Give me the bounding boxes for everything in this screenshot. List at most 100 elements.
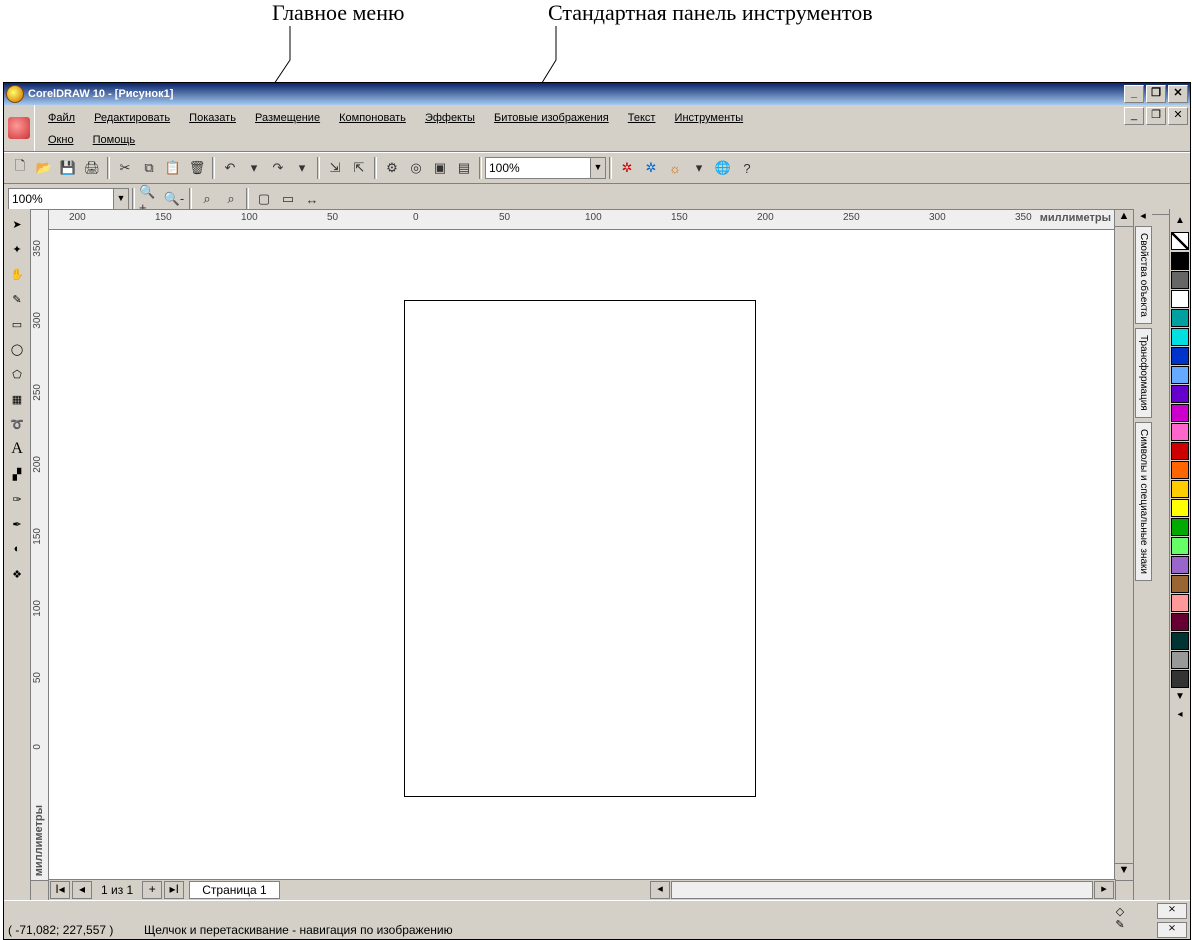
new-icon[interactable]: 🗋 [8,156,32,180]
drawing-page[interactable] [404,300,756,797]
internet-icon[interactable]: 🌐 [711,156,735,180]
menu-edit[interactable]: Редактировать [86,107,178,129]
vertical-scrollbar[interactable]: ▲ ▼ [1114,209,1134,881]
title-bar[interactable]: CorelDRAW 10 - [Рисунок1] _ ❐ ✕ [4,83,1190,105]
next-page-button[interactable]: ▸І [164,881,184,899]
restore-button[interactable]: ❐ [1146,85,1166,103]
web-icon[interactable]: ☼ [663,156,687,180]
rectangle-tool-icon[interactable]: ▭ [5,312,29,336]
polygon-tool-icon[interactable]: ⬠ [5,362,29,386]
color-swatch[interactable] [1171,271,1189,289]
view-zoom-input[interactable] [8,188,114,210]
close-button[interactable]: ✕ [1168,85,1188,103]
spiral-tool-icon[interactable]: ➰ [5,412,29,436]
zoom-sel-icon[interactable]: ⌕ [219,187,243,211]
color-swatch[interactable] [1171,556,1189,574]
zoom-out-icon[interactable]: 🔍- [162,187,186,211]
docker-properties[interactable]: Свойства объекта [1135,226,1152,324]
hscroll-right-icon[interactable]: ▸ [1094,881,1114,899]
redo-dd-icon[interactable]: ▾ [290,156,314,180]
menu-help[interactable]: Помощь [85,129,144,151]
snap1-icon[interactable]: ✲ [615,156,639,180]
prev-page-button[interactable]: ◂ [72,881,92,899]
outline-indicator-icon[interactable]: ✎ [1090,918,1150,931]
mdi-close-button[interactable]: ✕ [1168,107,1188,125]
hscroll-left-icon[interactable]: ◂ [650,881,670,899]
color-swatch[interactable] [1171,347,1189,365]
undo-icon[interactable]: ↶ [218,156,242,180]
fill-tool-icon[interactable]: ◐ [5,537,29,561]
save-icon[interactable]: 💾 [56,156,80,180]
undo-dd-icon[interactable]: ▾ [242,156,266,180]
horizontal-scrollbar[interactable] [671,881,1093,899]
launch-icon[interactable]: ⚙ [380,156,404,180]
shape-tool-icon[interactable]: ✦ [5,237,29,261]
zoom-width-icon[interactable]: ↔ [300,187,324,211]
color-swatch[interactable] [1171,575,1189,593]
app2-icon[interactable]: ▣ [428,156,452,180]
color-swatch[interactable] [1171,423,1189,441]
color-swatch[interactable] [1171,518,1189,536]
interactive-fill-icon[interactable]: ❖ [5,562,29,586]
color-swatch[interactable] [1171,461,1189,479]
freehand-tool-icon[interactable]: ✎ [5,287,29,311]
color-swatch[interactable] [1171,632,1189,650]
color-swatch[interactable] [1171,385,1189,403]
cut-icon[interactable]: ✂ [113,156,137,180]
color-swatch[interactable] [1171,290,1189,308]
help-icon[interactable]: ? [735,156,759,180]
first-page-button[interactable]: І◂ [50,881,70,899]
horizontal-ruler[interactable]: миллиметры 20015010050050100150200250300… [48,209,1116,231]
palette-down-icon[interactable]: ▼ [1172,691,1188,705]
color-swatch[interactable] [1171,442,1189,460]
zoom-page-icon[interactable]: ▭ [276,187,300,211]
color-swatch[interactable] [1171,670,1189,688]
no-fill-status-icon[interactable]: ⨯ [1157,903,1187,919]
redo-icon[interactable]: ↷ [266,156,290,180]
menu-tools[interactable]: Инструменты [667,107,752,129]
interactive-tool-icon[interactable]: ▞ [5,462,29,486]
docker-transform[interactable]: Трансформация [1135,328,1152,418]
import-icon[interactable]: ⇲ [323,156,347,180]
text-tool-icon[interactable]: A [5,437,29,461]
palette-flyout-icon[interactable]: ◂ [1172,709,1188,723]
color-swatch[interactable] [1171,404,1189,422]
zoom-dropdown-icon[interactable]: ▼ [591,157,606,179]
menu-show[interactable]: Показать [181,107,244,129]
color-swatch[interactable] [1171,328,1189,346]
eyedropper-tool-icon[interactable]: ✑ [5,487,29,511]
no-fill-swatch[interactable] [1171,232,1189,250]
color-swatch[interactable] [1171,594,1189,612]
outline-tool-icon[interactable]: ✒ [5,512,29,536]
menu-effects[interactable]: Эффекты [417,107,483,129]
app3-icon[interactable]: ▤ [452,156,476,180]
paste-icon[interactable]: 📋 [161,156,185,180]
no-outline-status-icon[interactable]: ⨯ [1157,922,1187,938]
hand-tool-icon[interactable]: ✋ [5,262,29,286]
palette-up-icon[interactable]: ▲ [1172,215,1188,229]
delete-icon[interactable]: 🗑 [185,156,209,180]
ellipse-tool-icon[interactable]: ◯ [5,337,29,361]
color-swatch[interactable] [1171,480,1189,498]
corel-icon[interactable]: ◎ [404,156,428,180]
zoom-actual-icon[interactable]: ⌕ [195,187,219,211]
menu-arrange[interactable]: Компоновать [331,107,414,129]
open-icon[interactable]: 📂 [32,156,56,180]
vertical-ruler[interactable]: миллиметры 350300250200150100500 [30,209,50,881]
color-swatch[interactable] [1171,613,1189,631]
mdi-restore-button[interactable]: ❐ [1146,107,1166,125]
snap2-icon[interactable]: ✲ [639,156,663,180]
docker-symbols[interactable]: Символы и специальные знаки [1135,422,1152,581]
color-swatch[interactable] [1171,651,1189,669]
pick-tool-icon[interactable]: ➤ [5,212,29,236]
zoom-input[interactable] [485,157,591,179]
copy-icon[interactable]: ⧉ [137,156,161,180]
color-swatch[interactable] [1171,252,1189,270]
view-zoom-dd-icon[interactable]: ▼ [114,188,129,210]
drawing-canvas[interactable] [48,229,1116,881]
menu-text[interactable]: Текст [620,107,664,129]
menu-window[interactable]: Окно [40,129,82,151]
color-swatch[interactable] [1171,499,1189,517]
fill-indicator-icon[interactable]: ◇ [1090,905,1150,918]
color-swatch[interactable] [1171,537,1189,555]
